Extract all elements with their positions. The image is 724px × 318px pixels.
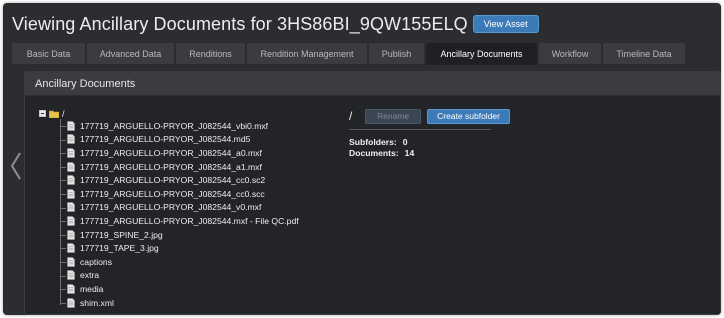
document-icon	[67, 148, 75, 158]
documents-stat: Documents: 14	[349, 147, 649, 158]
document-icon	[67, 202, 75, 213]
subfolders-stat: Subfolders: 0	[349, 136, 649, 147]
tree-item-label: 177719_ARGUELLO-PRYOR_J082544_cc0.sc2	[80, 175, 266, 186]
tree-item-label: 177719_SPINE_2.jpg	[80, 229, 163, 240]
document-icon	[67, 188, 75, 199]
create-subfolder-button[interactable]: Create subfolder	[427, 108, 510, 124]
tree-item-label: captions	[80, 256, 113, 267]
tree-item[interactable]: 177719_ARGUELLO-PRYOR_J082544_v0.mxf	[57, 201, 377, 215]
tree-item[interactable]: 177719_ARGUELLO-PRYOR_J082544_vbi0.mxf	[57, 119, 377, 133]
tree-item-label: shim.xml	[80, 297, 114, 308]
document-icon	[67, 284, 75, 294]
document-icon	[67, 216, 75, 226]
tree-item-label: media	[80, 283, 104, 294]
tree-root-label: /	[62, 108, 65, 119]
document-icon	[67, 297, 75, 308]
tree-item-label: 177719_ARGUELLO-PRYOR_J082544.mxf - File…	[80, 215, 299, 226]
rename-button[interactable]: Rename	[365, 108, 422, 124]
tree-item[interactable]: 177719_ARGUELLO-PRYOR_J082544_cc0.scc	[57, 187, 377, 201]
tab-ancillary-documents[interactable]: Ancillary Documents	[426, 43, 537, 65]
tab-renditions[interactable]: Renditions	[176, 43, 245, 64]
tab-publish[interactable]: Publish	[369, 43, 424, 64]
document-icon	[67, 229, 75, 240]
document-icon	[67, 243, 75, 253]
tree-item-label: 177719_ARGUELLO-PRYOR_J082544_vbi0.mxf	[80, 120, 269, 131]
subfolders-count: 0	[402, 136, 408, 147]
collapse-toggle-icon[interactable]	[39, 110, 46, 117]
tab-advanced-data[interactable]: Advanced Data	[87, 43, 174, 64]
tree-item[interactable]: 177719_ARGUELLO-PRYOR_J082544_a0.mxf	[57, 146, 377, 160]
path-row: / Rename Create subfolder	[349, 107, 649, 125]
tab-workflow[interactable]: Workflow	[539, 43, 601, 64]
tree-item[interactable]: shim.xml	[57, 296, 377, 310]
document-icon	[67, 120, 75, 131]
panel-title: Ancillary Documents	[25, 72, 720, 96]
tree-item[interactable]: 177719_ARGUELLO-PRYOR_J082544_cc0.sc2	[57, 173, 377, 187]
document-icon	[67, 161, 75, 172]
title-row: Viewing Ancillary Documents for 3HS86BI_…	[12, 12, 539, 36]
tab-timeline-data[interactable]: Timeline Data	[603, 43, 685, 64]
tree-item-label: 177719_ARGUELLO-PRYOR_J082544_a0.mxf	[80, 147, 262, 158]
tree-item-label: 177719_ARGUELLO-PRYOR_J082544_v0.mxf	[80, 202, 262, 213]
document-icon	[67, 270, 75, 281]
tree-item[interactable]: extra	[57, 269, 377, 283]
documents-label: Documents:	[349, 147, 399, 158]
folder-stats: Subfolders: 0 Documents: 14	[349, 136, 649, 158]
document-icon	[67, 175, 75, 185]
tab-rendition-management[interactable]: Rendition Management	[247, 43, 367, 64]
divider	[349, 129, 491, 130]
folder-icon	[49, 110, 59, 118]
tree-item[interactable]: 177719_ARGUELLO-PRYOR_J082544_a1.mxf	[57, 160, 377, 174]
tree-item-label: 177719_TAPE_3.jpg	[80, 243, 159, 254]
tree-item[interactable]: 177719_ARGUELLO-PRYOR_J082544.md5	[57, 133, 377, 147]
document-icon	[67, 256, 75, 267]
tree-item-label: 177719_ARGUELLO-PRYOR_J082544_a1.mxf	[80, 161, 262, 172]
tree-item-label: extra	[80, 270, 100, 281]
tree-item[interactable]: media	[57, 282, 377, 296]
tree-item[interactable]: 177719_ARGUELLO-PRYOR_J082544.mxf - File…	[57, 214, 377, 228]
app-window: Viewing Ancillary Documents for 3HS86BI_…	[3, 3, 721, 315]
tree-children: 177719_ARGUELLO-PRYOR_J082544_vbi0.mxf 17…	[57, 119, 377, 309]
tree-item-label: 177719_ARGUELLO-PRYOR_J082544_cc0.scc	[80, 188, 265, 199]
tree-item[interactable]: captions	[57, 255, 377, 269]
subfolders-label: Subfolders:	[349, 136, 397, 147]
chevron-left-icon[interactable]	[9, 151, 23, 181]
tree-item[interactable]: 177719_TAPE_3.jpg	[57, 241, 377, 255]
tab-basic-data[interactable]: Basic Data	[12, 43, 85, 64]
page-title: Viewing Ancillary Documents for 3HS86BI_…	[12, 13, 468, 34]
document-icon	[67, 134, 75, 145]
folder-details: / Rename Create subfolder Subfolders: 0 …	[349, 107, 649, 158]
tab-bar: Basic Data Advanced Data Renditions Rend…	[12, 43, 687, 65]
current-path: /	[349, 109, 353, 123]
tree-item[interactable]: 177719_SPINE_2.jpg	[57, 228, 377, 242]
tree-item-label: 177719_ARGUELLO-PRYOR_J082544.md5	[80, 134, 251, 145]
documents-count: 14	[404, 147, 415, 158]
view-asset-button[interactable]: View Asset	[472, 15, 539, 33]
folder-tree: / 177719_ARGUELLO-PRYOR_J082544_vbi0.mxf…	[39, 107, 299, 308]
